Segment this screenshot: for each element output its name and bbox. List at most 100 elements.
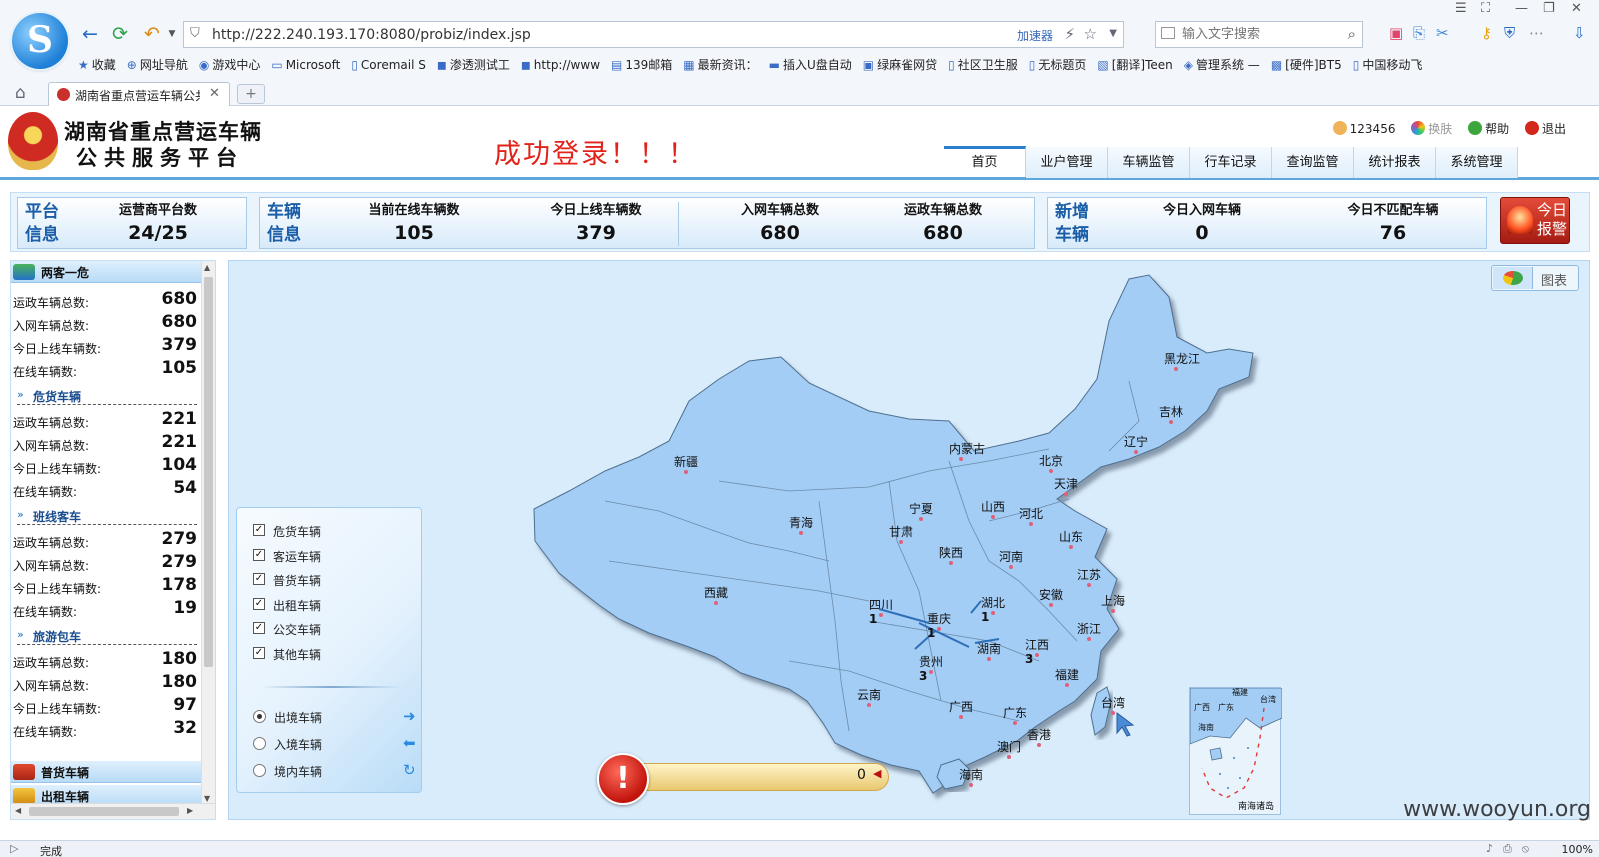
province-marker[interactable]: [1174, 367, 1178, 371]
help-link[interactable]: 帮助: [1468, 120, 1509, 137]
province-marker[interactable]: [987, 657, 991, 661]
bookmark-item[interactable]: ▯ 社区卫生服: [948, 55, 1018, 75]
alert-exclamation-icon[interactable]: !: [597, 753, 649, 805]
ad-block-icon[interactable]: ⦸: [1522, 842, 1539, 855]
search-icon[interactable]: ⌕: [1348, 25, 1356, 43]
chart-toggle-button[interactable]: 图表: [1491, 265, 1579, 291]
province-label[interactable]: 陕西: [939, 545, 963, 560]
logout-link[interactable]: 退出: [1524, 120, 1566, 137]
china-map[interactable]: 黑龙江吉林辽宁 内蒙古北京天津 新疆宁夏 山西 河北山东 青海甘肃陕西 河南江苏西藏 安徽 上海…: [229, 261, 1590, 820]
new-tab-button[interactable]: +: [237, 84, 265, 104]
alert-arrow-icon[interactable]: ◀: [873, 767, 881, 780]
home-icon[interactable]: ⌂: [15, 83, 26, 103]
sidebar-group-header[interactable]: 普货车辆: [11, 761, 201, 783]
province-label[interactable]: 新疆: [674, 454, 698, 469]
direction-arrow-icon[interactable]: ⬅: [403, 734, 416, 752]
volume-icon[interactable]: ♪: [1486, 842, 1503, 855]
bookmark-item[interactable]: ▦ 最新资讯：: [683, 55, 757, 75]
close-tab-icon[interactable]: ✕: [209, 86, 220, 101]
nav-tab[interactable]: 统计报表: [1354, 147, 1436, 178]
back-arrow-icon[interactable]: ←: [79, 23, 101, 45]
skin-icon[interactable]: ⛶: [1481, 1, 1490, 16]
nav-tab[interactable]: 查询监管: [1272, 147, 1354, 178]
province-label[interactable]: 福建: [1055, 667, 1079, 682]
accelerator-label[interactable]: 加速器: [1017, 27, 1053, 44]
province-label[interactable]: 澳门: [997, 739, 1021, 754]
clip-icon[interactable]: ⎘: [1413, 24, 1425, 42]
restore-icon[interactable]: ❐: [1543, 1, 1555, 16]
province-label[interactable]: 湖南: [977, 641, 1001, 656]
checkbox-checked-icon[interactable]: ✓: [253, 524, 265, 536]
province-marker[interactable]: [1169, 420, 1173, 424]
address-dropdown-icon[interactable]: ▼: [1109, 28, 1117, 39]
province-marker[interactable]: [991, 515, 995, 519]
province-marker[interactable]: [1029, 522, 1033, 526]
sidebar-section-header[interactable]: » 班线客车: [17, 507, 197, 525]
bookmark-item[interactable]: ★ 收藏: [78, 55, 116, 75]
nav-tab[interactable]: 行车记录: [1190, 147, 1272, 178]
province-marker[interactable]: [1035, 653, 1039, 657]
province-label[interactable]: 云南: [857, 687, 881, 702]
province-label[interactable]: 广东: [1003, 706, 1027, 720]
security-shield-icon[interactable]: ⛨: [1504, 24, 1515, 42]
search-input[interactable]: [1182, 25, 1332, 44]
province-marker[interactable]: [1111, 711, 1115, 715]
nav-tab[interactable]: 系统管理: [1436, 147, 1518, 178]
scroll-right-icon[interactable]: ▶: [187, 806, 193, 815]
undo-icon[interactable]: ↶: [141, 23, 163, 45]
scissors-icon[interactable]: ✂: [1436, 24, 1449, 42]
bookmark-item[interactable]: ◉ 游戏中心: [199, 55, 261, 75]
close-window-icon[interactable]: ✕: [1571, 1, 1582, 16]
province-marker[interactable]: [684, 470, 688, 474]
province-label[interactable]: 湖北: [981, 595, 1005, 610]
nav-tab[interactable]: 业户管理: [1026, 147, 1108, 178]
province-label[interactable]: 上海: [1101, 593, 1125, 608]
province-marker[interactable]: [1009, 565, 1013, 569]
bookmark-item[interactable]: ▬ 插入U盘自动: [769, 55, 852, 75]
browser-tab[interactable]: 湖南省重点营运车辆公共 ✕: [48, 82, 230, 106]
radio-button[interactable]: [253, 764, 266, 777]
bookmark-item[interactable]: ▯ Coremail S: [351, 55, 426, 75]
bookmark-item[interactable]: ▯ 中国移动飞: [1353, 55, 1423, 75]
province-label[interactable]: 贵州: [919, 655, 943, 669]
province-label[interactable]: 安徽: [1039, 587, 1063, 602]
province-label[interactable]: 海南: [959, 767, 983, 782]
bookmark-item[interactable]: ▤ 139邮箱: [611, 55, 672, 75]
print-icon[interactable]: ⎙: [1503, 842, 1522, 855]
province-label[interactable]: 宁夏: [909, 501, 933, 516]
checkbox-checked-icon[interactable]: ✓: [253, 573, 265, 586]
address-bar[interactable]: ⛉ http://222.240.193.170:8080/probiz/ind…: [183, 21, 1124, 48]
bookmark-item[interactable]: ▧ [翻译]Teen: [1097, 55, 1172, 75]
province-marker[interactable]: [1087, 583, 1091, 587]
screenshot-icon[interactable]: ▣: [1389, 24, 1403, 42]
scroll-left-icon[interactable]: ◀: [15, 806, 21, 815]
sidebar-horizontal-scrollbar[interactable]: ◀ ▶: [11, 803, 215, 819]
province-marker[interactable]: [959, 457, 963, 461]
lightning-icon[interactable]: ⚡: [1064, 25, 1075, 43]
scroll-down-icon[interactable]: ▼: [204, 794, 210, 803]
province-marker[interactable]: [1069, 545, 1073, 549]
province-label[interactable]: 天津: [1054, 477, 1078, 491]
key-icon[interactable]: ⚷: [1481, 24, 1492, 42]
province-marker[interactable]: [1037, 743, 1041, 747]
province-marker[interactable]: [937, 627, 941, 631]
province-marker[interactable]: [799, 531, 803, 535]
province-marker[interactable]: [929, 670, 933, 674]
province-label[interactable]: 青海: [789, 515, 813, 530]
bookmark-item[interactable]: ▯ 无标题页: [1029, 55, 1087, 75]
province-label[interactable]: 山东: [1059, 530, 1083, 544]
bookmark-item[interactable]: ◼ http://www: [521, 55, 600, 75]
user-link[interactable]: 123456: [1332, 121, 1395, 136]
sidebar-section-header[interactable]: » 危货车辆: [17, 387, 197, 405]
province-label[interactable]: 辽宁: [1124, 434, 1148, 449]
nav-tab[interactable]: 首页: [944, 146, 1026, 177]
bookmark-item[interactable]: ▩ [硬件]BT5: [1271, 55, 1342, 75]
bookmark-item[interactable]: ◈ 管理系统 —: [1184, 55, 1260, 75]
refresh-icon[interactable]: ⟳: [109, 23, 131, 45]
province-marker[interactable]: [1064, 492, 1068, 496]
province-label[interactable]: 北京: [1039, 454, 1063, 468]
bookmark-item[interactable]: ◼ 渗透测试工: [437, 55, 510, 75]
sidebar-scrollbar[interactable]: ▲ ▼: [201, 261, 215, 805]
minimize-icon[interactable]: —: [1515, 1, 1528, 16]
checkbox-checked-icon[interactable]: ✓: [253, 597, 265, 610]
